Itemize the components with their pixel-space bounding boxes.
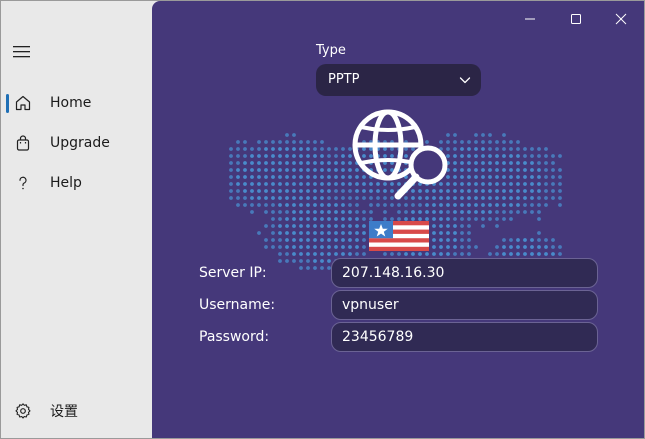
globe-search-icon — [352, 109, 448, 200]
username-input[interactable] — [331, 290, 598, 320]
gear-icon — [14, 402, 32, 420]
maximize-icon — [571, 14, 581, 24]
nav-item-help[interactable]: Help — [1, 165, 152, 201]
minimize-icon — [525, 18, 535, 20]
maximize-button[interactable] — [553, 5, 599, 33]
username-label: Username: — [199, 297, 276, 313]
type-selected-value: PPTP — [328, 72, 360, 87]
nav-item-home[interactable]: Home — [1, 85, 152, 121]
main-panel: Type PPTP Server IP: Username: — [152, 1, 644, 438]
minimize-button[interactable] — [507, 5, 553, 33]
shopping-bag-icon — [14, 134, 32, 152]
type-label: Type — [316, 43, 346, 58]
nav-item-label: Home — [50, 95, 92, 111]
question-icon — [14, 174, 32, 192]
nav-item-label: Help — [50, 175, 82, 191]
password-input[interactable] — [331, 322, 598, 352]
password-label: Password: — [199, 329, 270, 345]
sidebar: Home Upgrade Help 设置 — [1, 1, 152, 438]
close-icon — [615, 13, 627, 25]
type-dropdown[interactable]: PPTP — [316, 64, 481, 96]
server-ip-label: Server IP: — [199, 265, 267, 281]
close-button[interactable] — [598, 5, 644, 33]
chevron-down-icon — [459, 77, 471, 84]
nav-item-label: Upgrade — [50, 135, 110, 151]
hamburger-icon — [13, 46, 30, 58]
nav-item-label: 设置 — [50, 404, 78, 420]
nav-item-settings[interactable]: 设置 — [1, 393, 152, 429]
us-flag-icon — [369, 221, 429, 251]
hamburger-menu-button[interactable] — [13, 44, 31, 58]
app-window: Home Upgrade Help 设置 Type PPTP Server IP… — [0, 0, 645, 439]
nav-item-upgrade[interactable]: Upgrade — [1, 125, 152, 161]
server-ip-input[interactable] — [331, 258, 598, 288]
home-icon — [14, 94, 32, 112]
